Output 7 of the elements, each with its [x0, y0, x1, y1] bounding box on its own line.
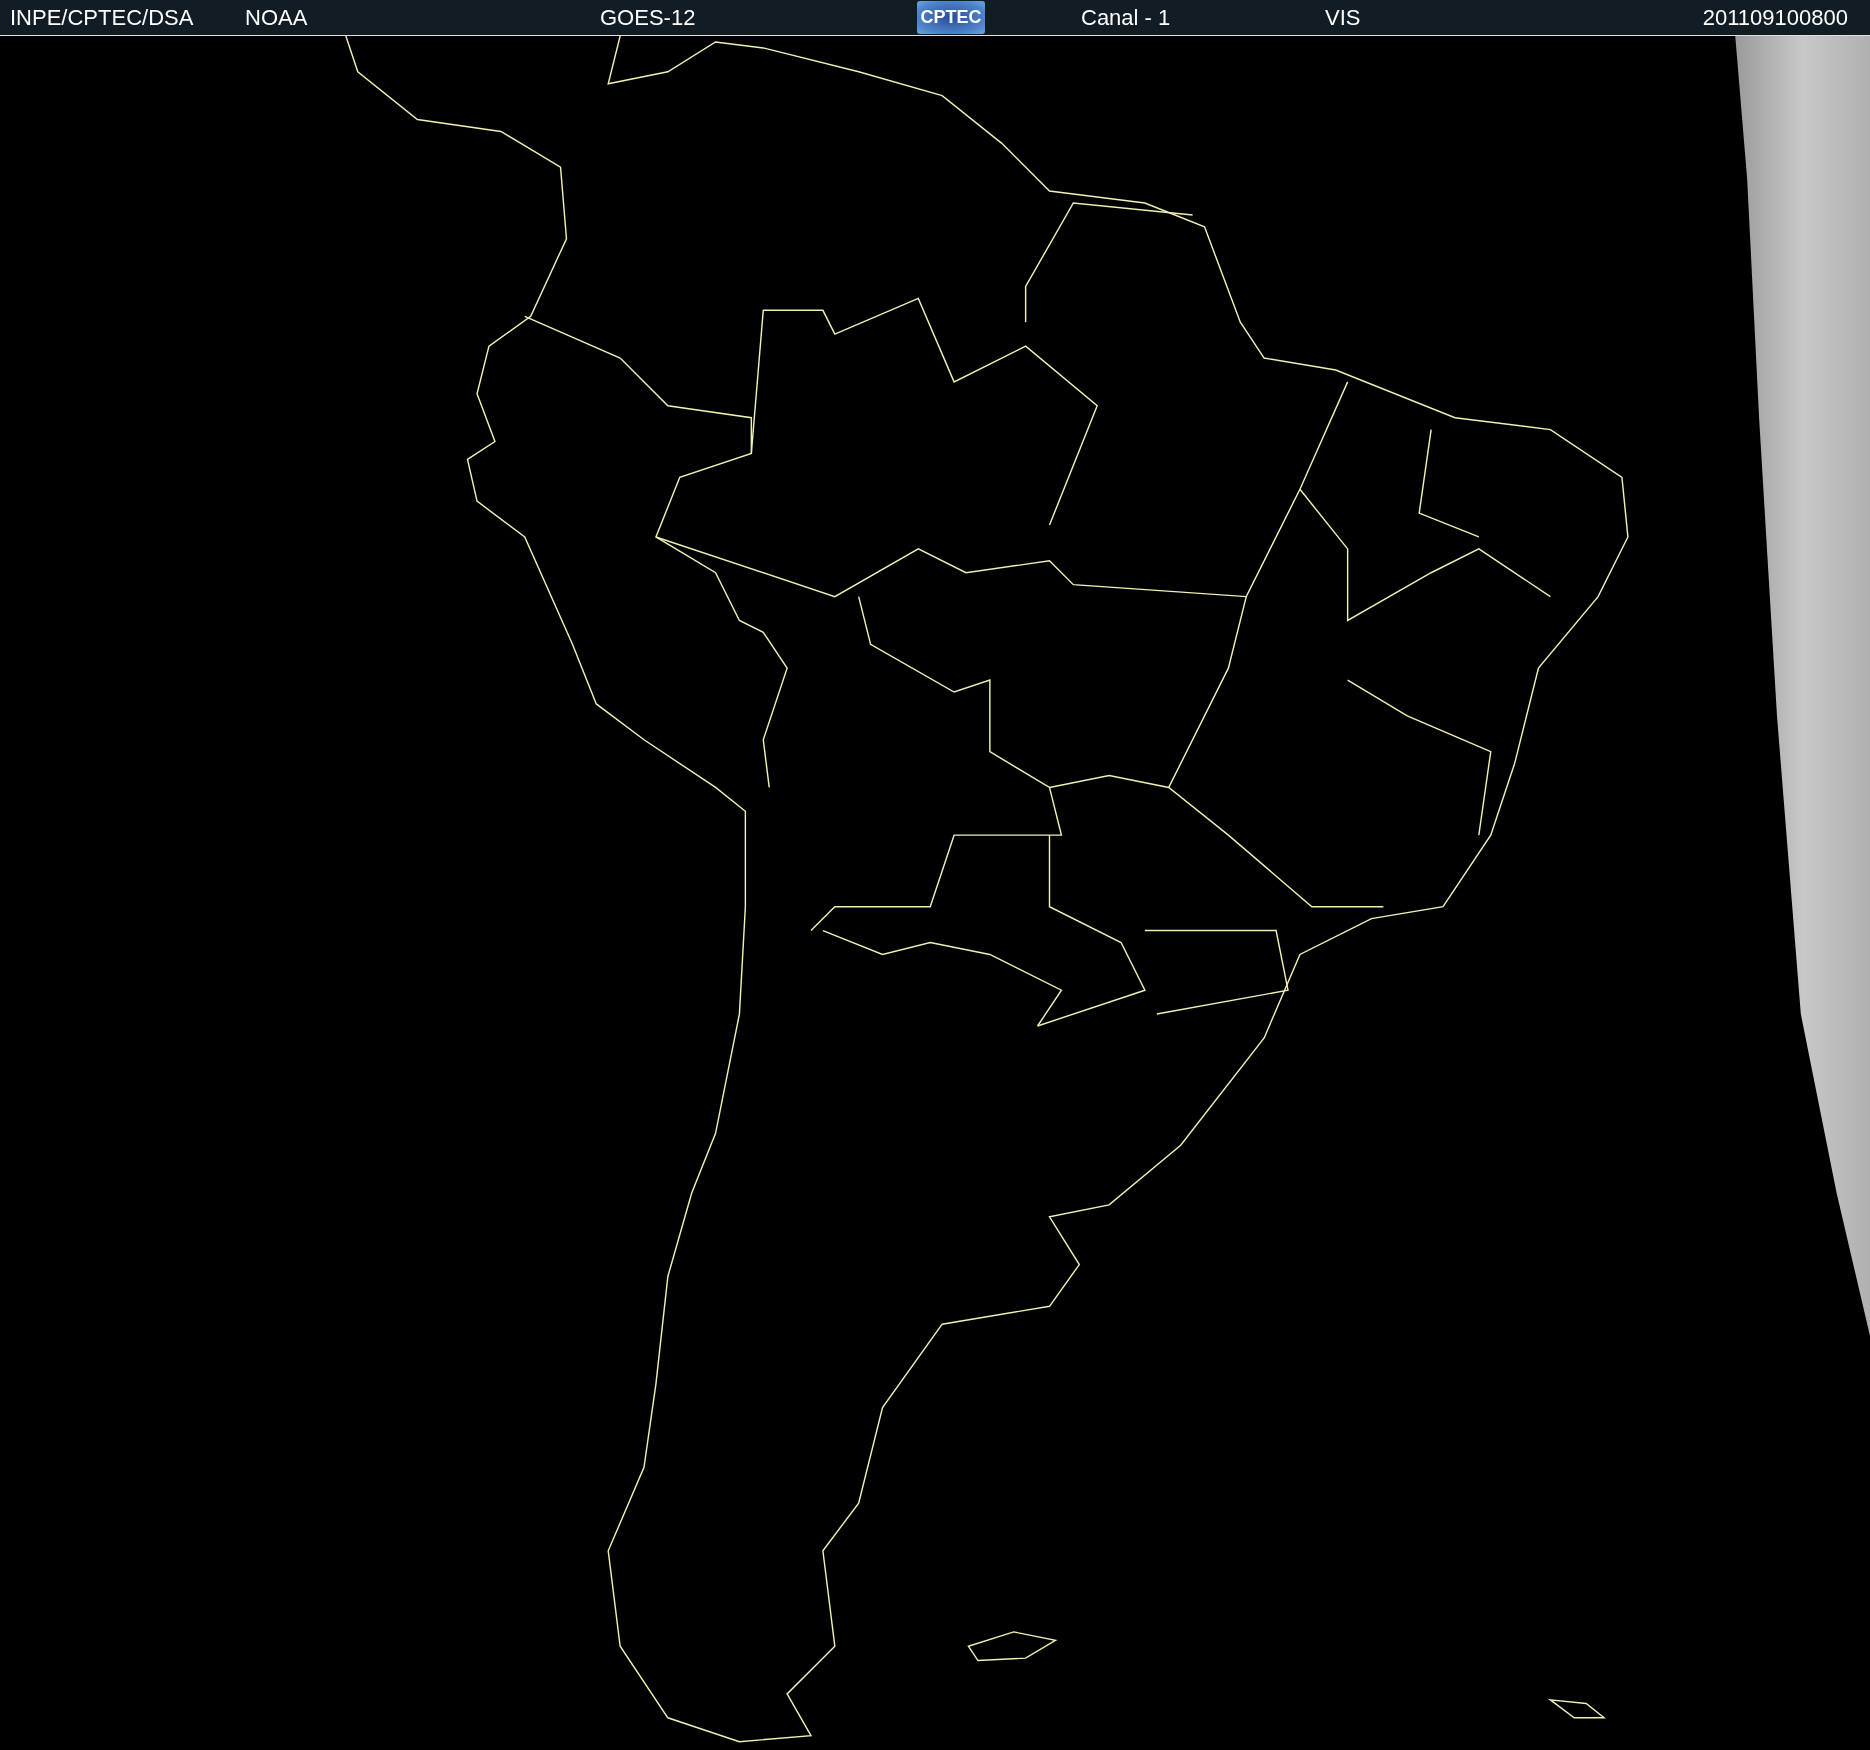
header-text: Canal - 1 [1081, 4, 1171, 30]
header-text: 201109100800 [1702, 4, 1848, 30]
header-text: GOES-12 [600, 4, 696, 30]
header-text: NOAA [245, 4, 308, 30]
header-text: VIS [1325, 4, 1361, 30]
header-text: INPE/CPTEC/DSA [10, 4, 194, 30]
logo-badge: CPTEC [917, 1, 985, 34]
